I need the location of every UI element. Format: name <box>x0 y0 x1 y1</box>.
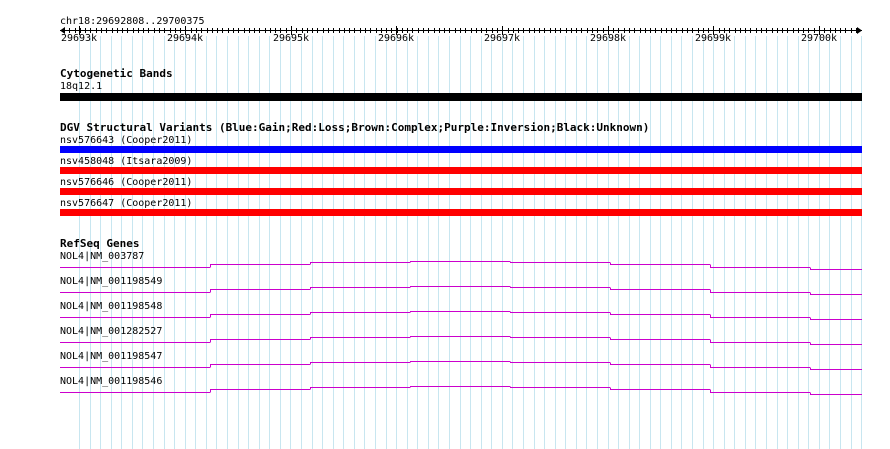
dgv-feature-label[interactable]: nsv576647 (Cooper2011) <box>60 198 192 209</box>
ruler-tick-label: 29700k <box>800 33 838 44</box>
ruler-right-arrow-icon <box>857 27 862 34</box>
dgv-feature-label[interactable]: nsv576646 (Cooper2011) <box>60 177 192 188</box>
ruler-tick-label: 29698k <box>589 33 627 44</box>
dgv-feature-bar[interactable] <box>60 209 862 216</box>
ruler-tick-label: 29694k <box>166 33 204 44</box>
coordinate-ruler[interactable] <box>0 24 890 36</box>
refseq-track-title: RefSeq Genes <box>60 237 140 250</box>
dgv-feature-bar[interactable] <box>60 146 862 153</box>
cytoband-track-title: Cytogenetic Bands <box>60 67 173 80</box>
gene-model[interactable] <box>0 383 890 407</box>
ruler-tick-label: 29696k <box>377 33 415 44</box>
dgv-feature-label[interactable]: nsv458048 (Itsara2009) <box>60 156 192 167</box>
dgv-track-title: DGV Structural Variants (Blue:Gain;Red:L… <box>60 121 650 134</box>
dgv-feature-bar[interactable] <box>60 188 862 195</box>
ruler-tick-label: 29695k <box>272 33 310 44</box>
cytoband-feature-label[interactable]: 18q12.1 <box>60 81 102 92</box>
ruler-tick-label: 29693k <box>60 33 98 44</box>
dgv-feature-label[interactable]: nsv576643 (Cooper2011) <box>60 135 192 146</box>
ruler-tick-label: 29697k <box>483 33 521 44</box>
ruler-tick-label: 29699k <box>694 33 732 44</box>
dgv-feature-bar[interactable] <box>60 167 862 174</box>
cytoband-feature[interactable] <box>60 93 862 101</box>
